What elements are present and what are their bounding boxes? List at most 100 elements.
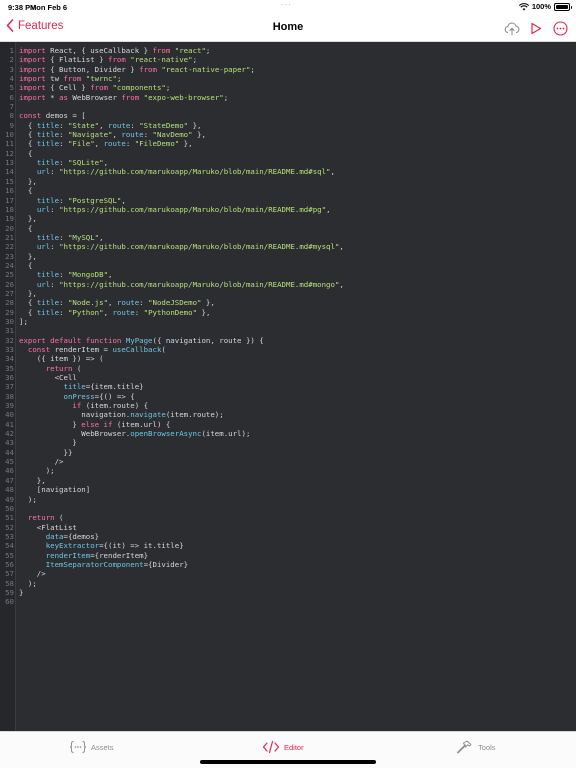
tab-tools[interactable]: Tools	[456, 740, 496, 754]
code-line[interactable]: 23 },	[0, 252, 576, 261]
code-line[interactable]: 54 keyExtractor={(it) => it.title}	[0, 541, 576, 550]
code-line[interactable]: 32 export default function MyPage({ navig…	[0, 336, 576, 345]
code-line[interactable]: 41 } else if (item.url) {	[0, 420, 576, 429]
cloud-upload-button[interactable]	[504, 20, 520, 36]
code-line[interactable]: 46 );	[0, 466, 576, 475]
code-token: :	[125, 139, 135, 149]
code-editor[interactable]: 1 import React, { useCallback } from "rea…	[0, 42, 576, 731]
code-line[interactable]: 9 { title: "State", route: "StateDemo" }…	[0, 121, 576, 130]
line-code: const demos = [	[19, 111, 86, 120]
code-line[interactable]: 39 if (item.route) {	[0, 401, 576, 410]
code-token: ={(it) => it.title}	[99, 541, 184, 551]
code-line[interactable]: 45 />	[0, 457, 576, 466]
code-line[interactable]: 47 },	[0, 476, 576, 485]
code-line[interactable]: 42 WebBrowser.openBrowserAsync(item.url)…	[0, 429, 576, 438]
code-line[interactable]: 8 const demos = [	[0, 111, 576, 120]
code-line[interactable]: 40 navigation.navigate(item.route);	[0, 410, 576, 419]
code-lines[interactable]: 1 import React, { useCallback } from "rea…	[0, 46, 576, 607]
line-number: 59	[5, 587, 14, 597]
code-token: ,	[108, 298, 117, 308]
line-code: return (	[19, 364, 82, 373]
code-line[interactable]: 6 import * as WebBrowser from "expo-web-b…	[0, 93, 576, 102]
run-button[interactable]	[528, 20, 544, 36]
code-line[interactable]: 37 title={item.title}	[0, 382, 576, 391]
code-line[interactable]: 29 { title: "Python", route: "PythonDemo…	[0, 308, 576, 317]
code-line[interactable]: 59}	[0, 588, 576, 597]
code-line[interactable]: 22 url: "https://github.com/marukoapp/Ma…	[0, 242, 576, 251]
code-line[interactable]: 18 url: "https://github.com/marukoapp/Ma…	[0, 205, 576, 214]
code-line[interactable]: 19 },	[0, 214, 576, 223]
code-line[interactable]: 10 { title: "Navigate", route: "NavDemo"…	[0, 130, 576, 139]
code-line[interactable]: 57 />	[0, 569, 576, 578]
code-line[interactable]: 44 }}	[0, 448, 576, 457]
code-line[interactable]: 3 import { Button, Divider } from "react-…	[0, 65, 576, 74]
line-code: },	[19, 289, 37, 298]
code-line[interactable]: 15 },	[0, 177, 576, 186]
code-line[interactable]: 27 },	[0, 289, 576, 298]
code-line[interactable]: 14 url: "https://github.com/marukoapp/Ma…	[0, 167, 576, 176]
code-token: "PythonDemo"	[143, 307, 198, 317]
code-line[interactable]: 4 import tw from "twrnc";	[0, 74, 576, 83]
nav-actions	[504, 20, 568, 36]
code-line[interactable]: 31	[0, 326, 576, 335]
code-token: ,	[103, 158, 109, 168]
code-line[interactable]: 12 {	[0, 149, 576, 158]
line-code: />	[19, 457, 64, 466]
code-line[interactable]: 5 import { Cell } from "components";	[0, 83, 576, 92]
line-code: WebBrowser.openBrowserAsync(item.url);	[19, 429, 250, 438]
code-line[interactable]: 26 url: "https://github.com/marukoapp/Ma…	[0, 280, 576, 289]
code-line[interactable]: 16 {	[0, 186, 576, 195]
tab-assets[interactable]: Assets	[69, 740, 114, 754]
code-line[interactable]: 25 title: "MongoDB",	[0, 270, 576, 279]
code-token: MyPage	[125, 335, 153, 345]
code-token: title	[36, 195, 60, 205]
more-button[interactable]	[552, 20, 568, 36]
code-line[interactable]: 11 { title: "File", route: "FileDemo" },	[0, 139, 576, 148]
tab-editor[interactable]: Editor	[262, 740, 304, 754]
code-line[interactable]: 24 {	[0, 261, 576, 270]
code-line[interactable]: 50	[0, 504, 576, 513]
code-token: url	[36, 279, 51, 289]
tab-tools-label: Tools	[478, 742, 496, 752]
code-line[interactable]: 60	[0, 597, 576, 606]
code-line[interactable]: 55 renderItem={renderItem}	[0, 551, 576, 560]
code-line[interactable]: 28 { title: "Node.js", route: "NodeJSDem…	[0, 298, 576, 307]
code-token: (	[54, 513, 64, 523]
code-token: :	[50, 204, 60, 214]
code-line[interactable]: 38 onPress={() => {	[0, 392, 576, 401]
code-token: }	[19, 419, 82, 429]
line-number: 53	[5, 531, 14, 541]
code-line[interactable]: 7	[0, 102, 576, 111]
back-button[interactable]: Features	[6, 19, 63, 32]
code-token: ,	[339, 279, 344, 289]
code-line[interactable]: 33 const renderItem = useCallback(	[0, 345, 576, 354]
line-number: 14	[5, 167, 14, 177]
code-line[interactable]: 58 );	[0, 579, 576, 588]
code-line[interactable]: 30];	[0, 317, 576, 326]
code-line[interactable]: 53 data={demos}	[0, 532, 576, 541]
code-line[interactable]: 51 return (	[0, 513, 576, 522]
line-number: 54	[5, 541, 14, 551]
line-number: 50	[5, 503, 14, 513]
code-line[interactable]: 56 ItemSeparatorComponent={Divider}	[0, 560, 576, 569]
code-line[interactable]: 34 ({ item }) => (	[0, 354, 576, 363]
code-line[interactable]: 1 import React, { useCallback } from "rea…	[0, 46, 576, 55]
code-line[interactable]: 49 );	[0, 495, 576, 504]
code-line[interactable]: 43 }	[0, 438, 576, 447]
code-line[interactable]: 2 import { FlatList } from "react-native"…	[0, 55, 576, 64]
code-line[interactable]: 48 [navigation]	[0, 485, 576, 494]
code-line[interactable]: 13 title: "SQLite",	[0, 158, 576, 167]
code-line[interactable]: 36 <Cell	[0, 373, 576, 382]
code-line[interactable]: 52 <FlatList	[0, 523, 576, 532]
code-line[interactable]: 17 title: "PostgreSQL",	[0, 196, 576, 205]
code-line[interactable]: 20 {	[0, 224, 576, 233]
code-line[interactable]: 21 title: "MySQL",	[0, 233, 576, 242]
multitasking-dots-icon[interactable]: ···	[281, 0, 292, 9]
line-number: 10	[5, 130, 14, 140]
code-line[interactable]: 35 return (	[0, 364, 576, 373]
code-token: "components"	[112, 83, 166, 93]
code-token: title	[36, 158, 60, 168]
